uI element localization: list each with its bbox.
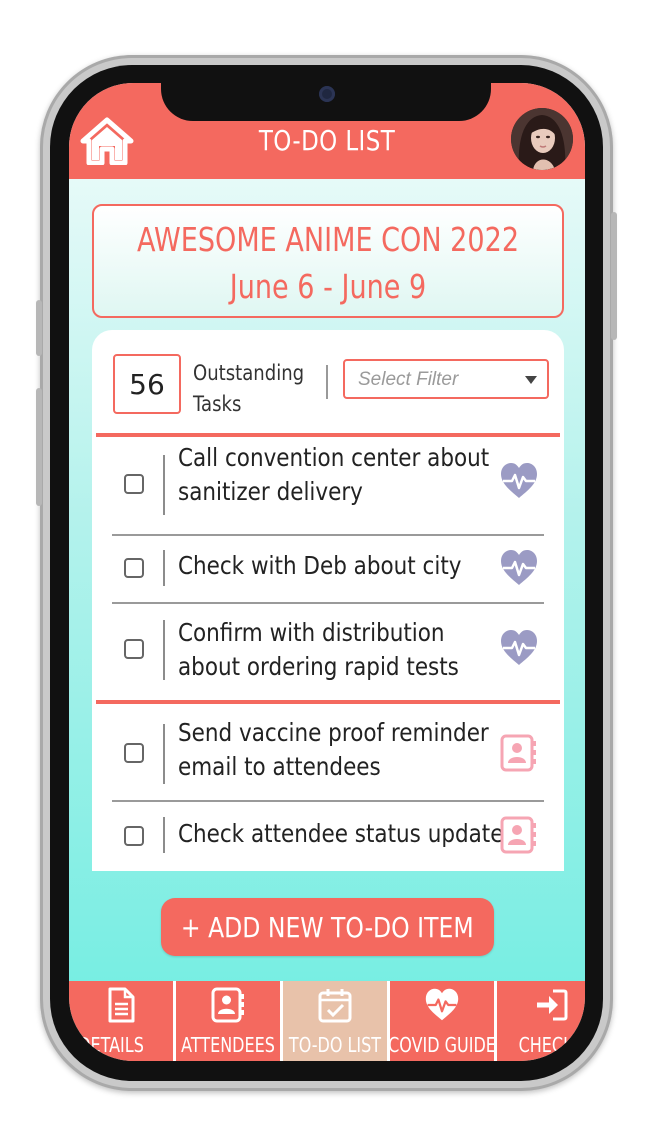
filter-placeholder: Select Filter — [358, 369, 459, 390]
row-divider — [163, 550, 165, 586]
calendar-check-icon — [318, 989, 352, 1023]
nav-label: DETAILS — [78, 1033, 144, 1057]
heart-pulse-icon — [425, 988, 459, 1021]
contact-book-icon — [500, 734, 536, 772]
contact-book-icon — [211, 987, 244, 1023]
nav-item-check-in[interactable]: CHECK-I — [497, 981, 585, 1061]
event-banner: AWESOME ANIME CON 2022 June 6 - June 9 — [92, 204, 564, 318]
divider — [326, 365, 328, 399]
document-icon — [108, 987, 135, 1023]
task-text: Check with Deb about city — [178, 551, 462, 580]
task-text: Send vaccine proof reminder email to atte… — [178, 718, 489, 781]
outstanding-count: 56 — [113, 354, 181, 414]
avatar-photo — [511, 108, 573, 170]
bottom-nav: DETAILS ATTENDEES TO-DO LIST COVID GUIDE… — [69, 981, 585, 1061]
row-divider — [163, 817, 165, 853]
add-todo-button[interactable]: + ADD NEW TO-DO ITEM — [161, 898, 494, 956]
phone-side-button — [36, 388, 42, 506]
phone-side-button — [36, 300, 42, 356]
row-divider — [163, 455, 165, 515]
task-checkbox[interactable] — [124, 639, 144, 659]
avatar[interactable] — [511, 108, 573, 170]
nav-item-attendees[interactable]: ATTENDEES — [176, 981, 283, 1061]
event-title: AWESOME ANIME CON 2022 — [136, 220, 520, 259]
task-row: Call convention center about sanitizer de… — [92, 437, 564, 534]
camera-icon — [319, 86, 335, 102]
task-checkbox[interactable] — [124, 558, 144, 578]
app-screen: TO-DO LIST AWESOME ANIME CON 2022 June 6… — [69, 83, 585, 1061]
nav-label: CHECK-I — [518, 1033, 583, 1057]
task-text: Check attendee status update — [178, 819, 504, 848]
task-checkbox[interactable] — [124, 474, 144, 494]
task-row: Check attendee status update — [92, 802, 564, 871]
task-checkbox[interactable] — [124, 826, 144, 846]
page-title: TO-DO LIST — [258, 124, 396, 157]
task-text: Confirm with distribution about ordering … — [178, 618, 459, 681]
heart-pulse-icon — [501, 463, 537, 498]
nav-item-covid-guide[interactable]: COVID GUIDE — [388, 981, 497, 1061]
caret-down-icon — [525, 376, 537, 384]
filter-select[interactable]: Select Filter — [343, 359, 549, 399]
nav-label: TO-DO LIST — [288, 1033, 382, 1057]
heart-pulse-icon — [501, 550, 537, 585]
task-row: Confirm with distribution about ordering … — [92, 604, 564, 700]
heart-pulse-icon — [501, 630, 537, 665]
task-text: Call convention center about sanitizer de… — [178, 443, 490, 506]
task-panel: 56 Outstanding Tasks Select Filter Call … — [92, 330, 564, 871]
nav-label: COVID GUIDE — [388, 1033, 496, 1057]
task-row: Check with Deb about city — [92, 536, 564, 602]
task-checkbox[interactable] — [124, 743, 144, 763]
task-row: Send vaccine proof reminder email to atte… — [92, 704, 564, 800]
phone-side-button — [611, 212, 617, 340]
row-divider — [163, 620, 165, 680]
sign-in-icon — [536, 989, 567, 1021]
row-divider — [163, 724, 165, 784]
nav-label: ATTENDEES — [181, 1033, 275, 1057]
contact-book-icon — [500, 816, 536, 854]
outstanding-label: Outstanding Tasks — [193, 361, 305, 416]
nav-item-todo-list[interactable]: TO-DO LIST — [283, 981, 390, 1061]
event-dates: June 6 - June 9 — [229, 267, 427, 306]
nav-item-details[interactable]: DETAILS — [69, 981, 176, 1061]
